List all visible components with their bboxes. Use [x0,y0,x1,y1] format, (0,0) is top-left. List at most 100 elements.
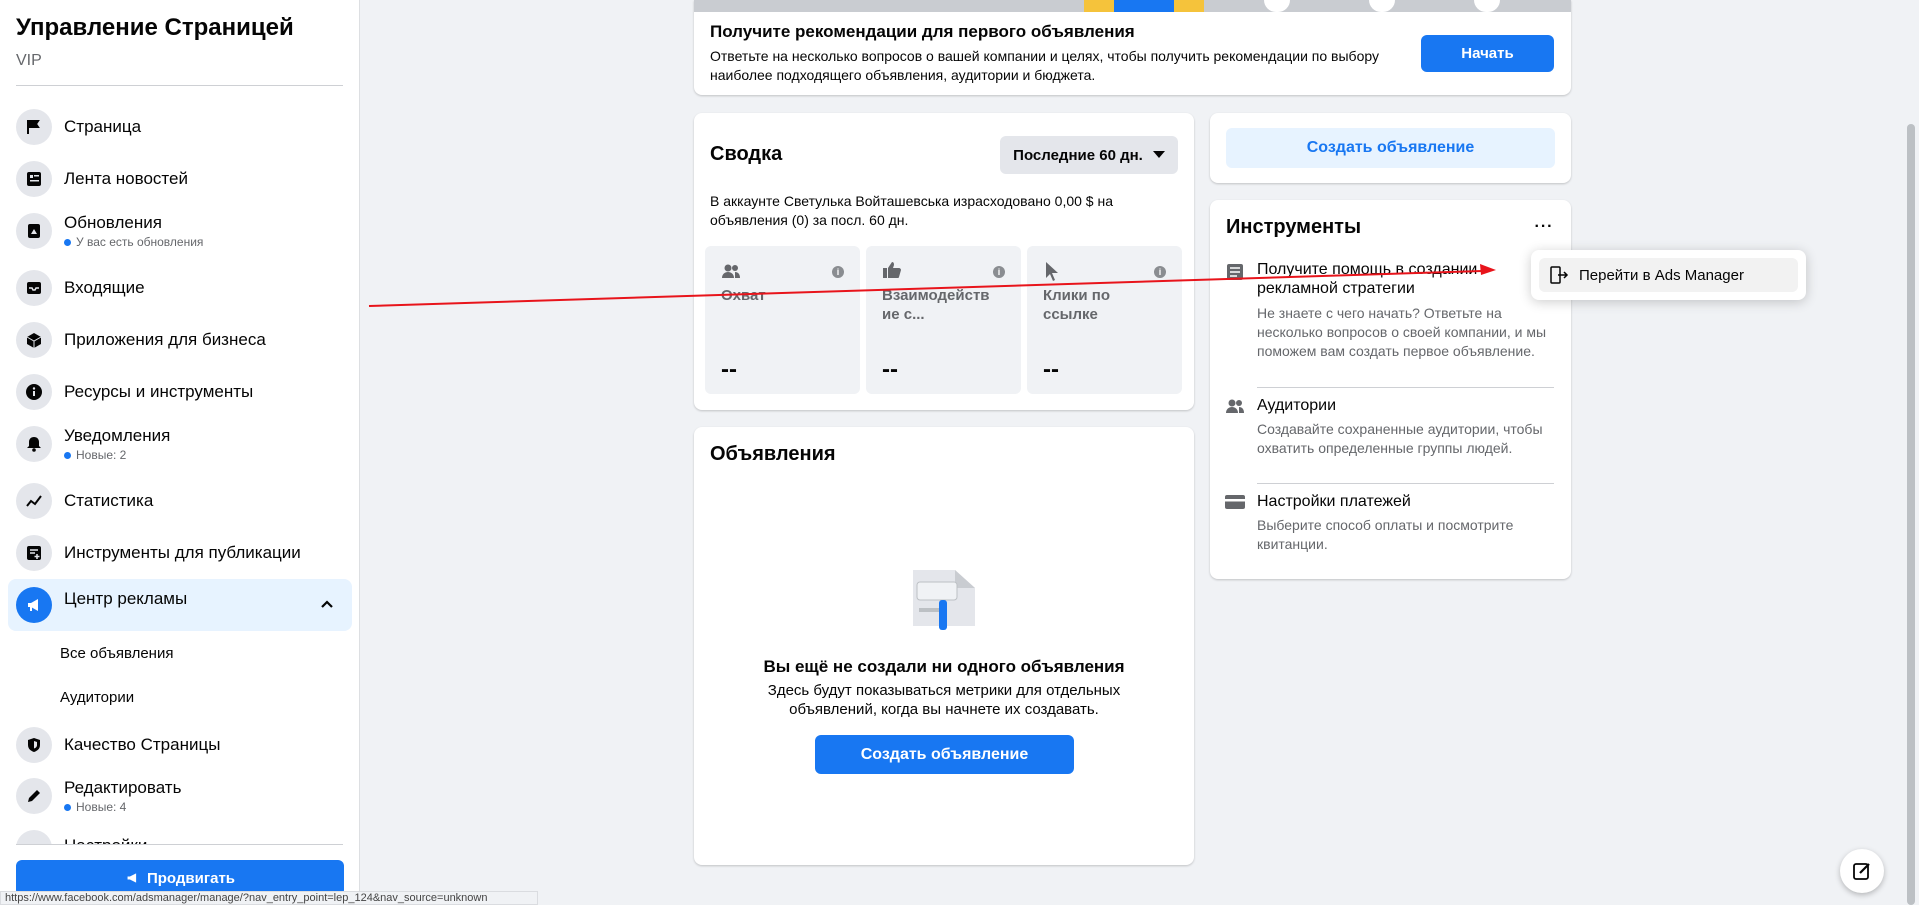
info-icon [16,374,52,410]
banner-description: Ответьте на несколько вопросов о вашей к… [710,48,1379,83]
page-title: Управление Страницей [16,14,294,41]
metric-label: Взаимодейств ие с... [882,287,990,323]
sidebar-item-label: Редактировать [64,778,182,797]
sidebar-item-publishing-tools[interactable]: Инструменты для публикации [8,527,352,579]
more-options-menu: Перейти в Ads Manager [1531,250,1806,300]
tool-description: Создавайте сохраненные аудитории, чтобы … [1257,421,1543,456]
people-icon [722,264,740,278]
caret-down-icon [1152,151,1165,158]
info-icon[interactable]: i [993,266,1005,278]
sidebar-item-label: Инструменты для публикации [64,543,301,562]
sidebar-item-label: Статистика [64,491,154,510]
publishing-tools-icon [16,535,52,571]
tool-title: Получите помощь в создании рекламной стр… [1257,261,1478,297]
metric-value: -- [1043,356,1059,383]
tool-title: Аудитории [1257,397,1337,414]
period-dropdown[interactable]: Последние 60 дн. [1000,136,1178,174]
sidebar-item-settings[interactable]: Настройки [8,830,352,844]
people-icon [1226,399,1244,413]
exit-icon [1550,266,1569,284]
menu-item-label: Перейти в Ads Manager [1579,266,1744,284]
sidebar-item-label: Страница [64,117,142,136]
sidebar-subitem-audiences[interactable]: Аудитории [60,689,134,706]
divider [1257,483,1554,484]
sidebar-subitem-all-ads[interactable]: Все объявления [60,645,173,662]
sidebar-item-label: Настройки [64,836,147,844]
sidebar-item-ad-center[interactable]: Центр рекламы [8,579,352,631]
empty-title: Вы ещё не создали ни одного объявления [763,657,1125,676]
divider [16,844,343,845]
tool-description: Выберите способ оплаты и посмотрите квит… [1257,517,1514,552]
menu-item-ads-manager[interactable]: Перейти в Ads Manager [1539,258,1798,292]
sidebar-item-label: Лента новостей [64,169,188,188]
gear-icon [16,830,52,844]
recommendation-banner: Получите рекомендации для первого объявл… [694,0,1571,95]
metric-link-clicks: i Клики по ссылке -- [1027,246,1182,394]
ads-title: Объявления [710,443,836,465]
new-message-button[interactable] [1840,849,1884,893]
paint-roller-illustration [913,570,975,630]
promote-label: Продвигать [146,869,236,887]
sidebar-item-label: Центр рекламы [64,589,188,608]
document-icon [1227,264,1243,280]
ads-card: Объявления Вы ещё не создали ни одного о… [694,427,1194,865]
sidebar-item-edit[interactable]: Редактировать Новые: 4 [8,770,352,822]
sidebar-item-label: Уведомления [64,426,171,445]
info-icon[interactable]: i [1154,266,1166,278]
sidebar-item-resources[interactable]: Ресурсы и инструменты [8,366,352,418]
sidebar-item-page[interactable]: Страница [8,101,352,153]
metric-value: -- [882,356,898,383]
sidebar-item-label: Качество Страницы [64,735,221,754]
create-ad-button[interactable]: Создать объявление [1226,128,1555,168]
megaphone-icon [16,587,52,623]
compose-icon [1853,863,1870,880]
tool-description: Не знаете с чего начать? Ответьте на нес… [1257,305,1547,359]
empty-description: Здесь будут показываться метрики для отд… [767,682,1121,718]
stats-icon [16,483,52,519]
thumbs-up-icon [883,262,901,278]
news-feed-icon [16,161,52,197]
sidebar-item-inbox[interactable]: Входящие [8,262,352,314]
sidebar-item-updates[interactable]: Обновления У вас есть обновления [8,205,352,257]
create-ad-button[interactable]: Создать объявление [815,735,1074,774]
page-subtitle: VIP [16,52,42,69]
box-icon [16,322,52,358]
period-label: Последние 60 дн. [1013,146,1143,164]
credit-card-icon [1225,495,1245,509]
scrollbar-track[interactable] [1903,0,1919,905]
more-options-icon[interactable]: ··· [1531,214,1557,240]
create-ad-card: Создать объявление [1210,113,1571,183]
tool-title: Настройки платежей [1257,493,1411,510]
sidebar-item-notifications[interactable]: Уведомления Новые: 2 [8,418,352,470]
summary-text: В аккаунте Светулька Войташевська израсх… [710,193,1113,228]
metric-label: Клики по ссылке [1043,287,1111,323]
sidebar-item-label: Обновления [64,213,162,232]
banner-title: Получите рекомендации для первого объявл… [710,22,1135,41]
summary-title: Сводка [710,143,783,165]
status-badge: У вас есть обновления [64,235,203,249]
tools-title: Инструменты [1226,216,1362,238]
banner-illustration [694,0,1571,12]
sidebar: Управление Страницей VIP Страница Лента … [0,0,360,905]
shield-icon [16,727,52,763]
sidebar-item-statistics[interactable]: Статистика [8,475,352,527]
start-button[interactable]: Начать [1421,35,1554,72]
sidebar-item-label: Ресурсы и инструменты [64,382,254,401]
megaphone-icon [127,873,137,883]
flag-icon [16,109,52,145]
info-icon[interactable]: i [832,266,844,278]
status-bar-url: https://www.facebook.com/adsmanager/mana… [0,891,538,905]
chevron-up-icon[interactable] [320,597,334,616]
sidebar-item-business-apps[interactable]: Приложения для бизнеса [8,314,352,366]
cursor-icon [1046,262,1058,281]
metric-value: -- [721,356,737,383]
divider [16,85,343,86]
updates-icon [16,213,52,249]
sidebar-item-news-feed[interactable]: Лента новостей [8,153,352,205]
metric-reach: i Охват -- [705,246,860,394]
scrollbar-thumb[interactable] [1907,124,1915,905]
divider [1257,387,1554,388]
sidebar-item-label: Входящие [64,278,145,297]
bell-icon [16,426,52,462]
sidebar-item-page-quality[interactable]: Качество Страницы [8,719,352,771]
